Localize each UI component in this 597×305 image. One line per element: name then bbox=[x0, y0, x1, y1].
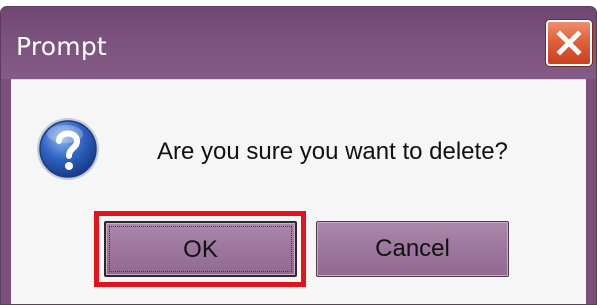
dialog-message: Are you sure you want to delete? bbox=[157, 138, 508, 165]
dialog-title: Prompt bbox=[16, 32, 107, 61]
ok-button[interactable]: OK bbox=[104, 221, 297, 277]
prompt-dialog: Prompt Are you sure you want to delete? bbox=[0, 6, 597, 305]
cancel-button-label: Cancel bbox=[375, 235, 450, 262]
question-icon bbox=[37, 118, 99, 180]
title-bar[interactable]: Prompt bbox=[1, 7, 596, 79]
cancel-button[interactable]: Cancel bbox=[316, 221, 509, 277]
dialog-content: Are you sure you want to delete? OK Canc… bbox=[11, 79, 586, 304]
close-button[interactable] bbox=[546, 20, 592, 66]
focus-ring bbox=[109, 226, 292, 272]
close-icon bbox=[556, 30, 582, 56]
